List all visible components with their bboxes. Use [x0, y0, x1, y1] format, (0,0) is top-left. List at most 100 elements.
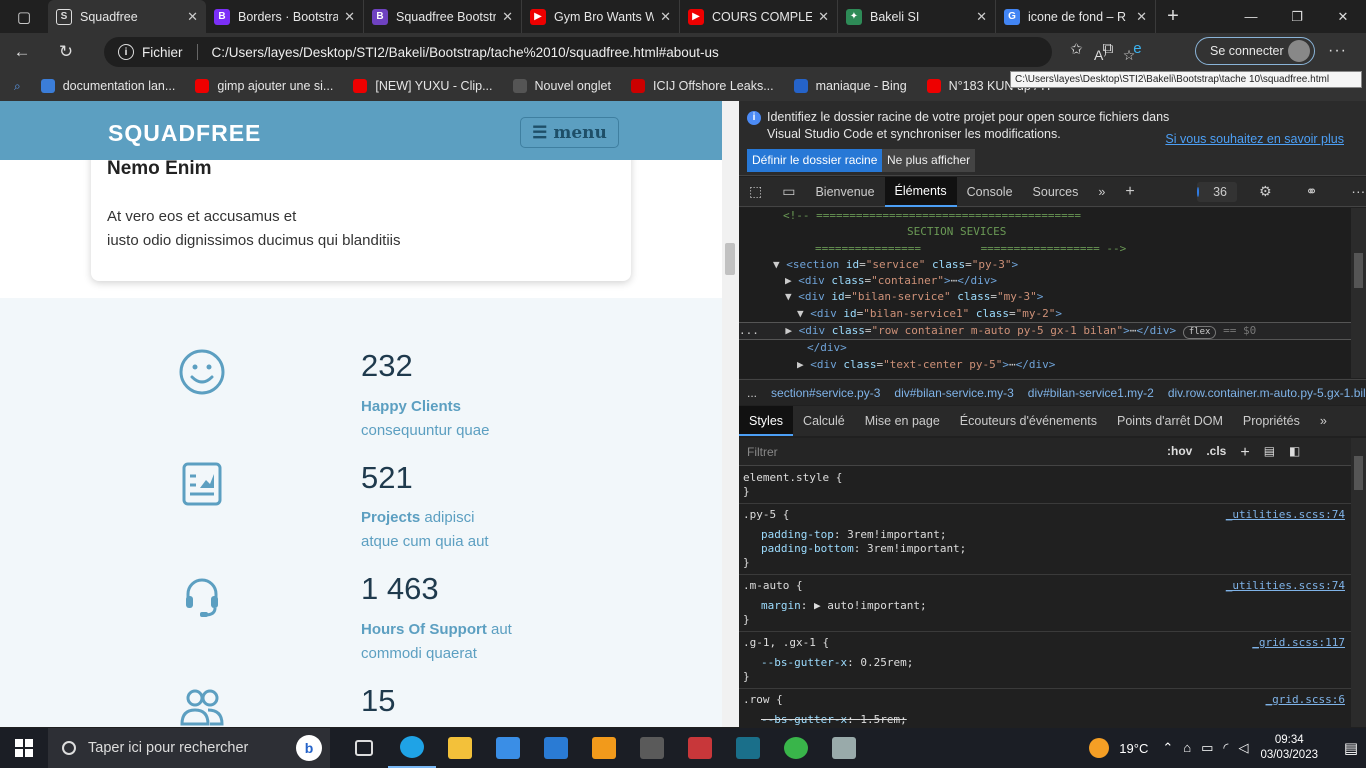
close-tab-icon[interactable]: ✕ — [818, 9, 829, 25]
gear-icon[interactable]: ⚙ — [1249, 183, 1282, 200]
more-tabs-icon[interactable]: » — [1088, 185, 1115, 199]
css-source-link[interactable]: _utilities.scss:74 — [1226, 508, 1345, 521]
tab-welcome[interactable]: Bienvenue — [805, 185, 884, 199]
page-scrollbar[interactable] — [722, 101, 739, 727]
edge-icon[interactable]: e — [1133, 40, 1141, 58]
bookmark-item[interactable]: documentation lan... — [40, 79, 175, 93]
close-tab-icon[interactable]: ✕ — [344, 9, 355, 25]
clock[interactable]: 09:34 03/03/2023 — [1260, 733, 1318, 763]
close-window-icon[interactable]: ✕ — [1320, 9, 1366, 25]
taskbar-search[interactable]: Taper ici pour rechercher b — [48, 728, 330, 768]
favorites-icon[interactable]: ✩ — [1070, 40, 1083, 58]
bing-icon[interactable]: b — [296, 735, 322, 761]
app-icon[interactable] — [676, 728, 724, 768]
minimize-icon[interactable]: — — [1228, 9, 1274, 25]
cls-button[interactable]: .cls — [1206, 444, 1226, 462]
url-text[interactable]: C:/Users/layes/Desktop/STI2/Bakeli/Boots… — [212, 45, 719, 60]
filter-input[interactable]: Filtrer — [747, 445, 778, 459]
close-tab-icon[interactable]: ✕ — [187, 9, 198, 25]
dom-tree[interactable]: <!-- ===================================… — [739, 208, 1351, 378]
css-rule[interactable]: .py-5 {_utilities.scss:74 padding-top: 3r… — [739, 504, 1351, 575]
sign-in-button[interactable]: Se connecter — [1195, 37, 1315, 65]
tab-sources[interactable]: Sources — [1023, 185, 1089, 199]
weather-widget[interactable]: 19°C — [1089, 738, 1148, 758]
dom-line[interactable]: ▼ <div id="bilan-service1" class="my-2"> — [739, 306, 1351, 322]
app-icon[interactable] — [628, 728, 676, 768]
add-tab-icon[interactable]: + — [1115, 183, 1144, 201]
close-tab-icon[interactable]: ✕ — [502, 9, 513, 25]
breadcrumb-item[interactable]: div.row.container.m-auto.py-5.gx-1.bilan — [1168, 386, 1366, 400]
browser-tab[interactable]: Gicone de fond – R ✕ — [996, 0, 1156, 33]
tab-console[interactable]: Console — [957, 185, 1023, 199]
dom-line[interactable]: ================ ================== --> — [739, 241, 1351, 257]
styles-pane[interactable]: element.style {} .py-5 {_utilities.scss:7… — [739, 467, 1351, 727]
styles-scrollbar[interactable] — [1351, 438, 1366, 727]
dom-line[interactable]: </div> — [739, 340, 1351, 356]
new-tab-button[interactable]: + — [1156, 5, 1190, 28]
tab-styles[interactable]: Styles — [739, 406, 794, 436]
more-options-icon[interactable]: ··· — [1328, 42, 1347, 60]
close-tab-icon[interactable]: ✕ — [1136, 9, 1147, 25]
more-icon[interactable]: ··· — [1341, 183, 1366, 200]
menu-button[interactable]: ☰ menu — [520, 117, 619, 148]
page-scroll-thumb[interactable] — [725, 243, 735, 275]
refresh-button[interactable]: ↻ — [44, 42, 88, 62]
paint-icon[interactable]: ▤ — [1264, 444, 1275, 462]
connect-icon[interactable]: ⚭ — [1296, 183, 1328, 200]
restore-icon[interactable]: ❐ — [1274, 9, 1320, 25]
dom-line[interactable]: ▶ <div class="container">⋯</div> — [739, 273, 1351, 289]
browser-tab[interactable]: ▶ Gym Bro Wants W ✕ — [522, 0, 680, 33]
inspect-icon[interactable]: ⬚ — [739, 183, 772, 200]
css-source-link[interactable]: _grid.scss:6 — [1266, 693, 1345, 706]
address-bar[interactable]: i Fichier C:/Users/layes/Desktop/STI2/Ba… — [104, 37, 1135, 67]
mail-icon[interactable] — [532, 728, 580, 768]
browser-tab[interactable]: S Squadfree ✕ — [48, 0, 206, 33]
tab-actions-button[interactable]: ▢ — [0, 0, 48, 33]
css-rule[interactable]: element.style {} — [739, 467, 1351, 504]
tab-properties[interactable]: Propriétés — [1233, 414, 1310, 428]
browser-tab[interactable]: ▶ COURS COMPLET ✕ — [680, 0, 838, 33]
dom-line[interactable]: ▶ <div class="text-center py-5">⋯</div> — [739, 357, 1351, 373]
volume-icon[interactable]: ◁ — [1238, 740, 1248, 756]
tab-dom-breakpoints[interactable]: Points d'arrêt DOM — [1107, 414, 1233, 428]
edge-app-icon[interactable] — [388, 728, 436, 768]
css-rule[interactable]: .m-auto {_utilities.scss:74 margin: ▶ aut… — [739, 575, 1351, 632]
tab-computed[interactable]: Calculé — [793, 414, 855, 428]
css-property[interactable]: margin: ▶ auto!important; — [743, 599, 1347, 613]
tab-event-listeners[interactable]: Écouteurs d'événements — [950, 414, 1107, 428]
dom-line[interactable]: SECTION SEVICES — [739, 224, 1351, 240]
dismiss-button[interactable]: Ne plus afficher — [882, 149, 976, 172]
dom-scroll-thumb[interactable] — [1354, 253, 1363, 288]
device-toolbar-icon[interactable]: ▭ — [772, 183, 805, 200]
info-icon[interactable]: i — [118, 44, 134, 60]
bookmark-item[interactable]: gimp ajouter une si... — [195, 79, 333, 93]
tab-elements[interactable]: Éléments — [884, 176, 957, 207]
wifi-icon[interactable]: ◜ — [1223, 740, 1228, 756]
bookmark-search[interactable]: ⌕ — [14, 79, 21, 94]
breadcrumb-item[interactable]: div#bilan-service1.my-2 — [1028, 386, 1154, 400]
css-rule[interactable]: .g-1, .gx-1 {_grid.scss:117 --bs-gutter-x… — [739, 632, 1351, 689]
app-icon[interactable] — [820, 728, 868, 768]
breadcrumb-item[interactable]: section#service.py-3 — [771, 386, 880, 400]
tab-layout[interactable]: Mise en page — [855, 414, 950, 428]
file-explorer-icon[interactable] — [436, 728, 484, 768]
dom-scrollbar[interactable] — [1351, 208, 1366, 378]
dom-line[interactable]: ▼ <div id="bilan-service" class="my-3"> — [739, 289, 1351, 305]
breadcrumb-item[interactable]: div#bilan-service.my-3 — [894, 386, 1013, 400]
more-tabs-icon[interactable]: » — [1310, 414, 1337, 428]
hov-button[interactable]: :hov — [1167, 444, 1192, 462]
flex-badge[interactable]: flex — [1182, 326, 1217, 340]
css-property[interactable]: --bs-gutter-x: 0.25rem; — [743, 656, 1347, 670]
styles-scroll-thumb[interactable] — [1354, 456, 1363, 490]
close-tab-icon[interactable]: ✕ — [660, 9, 671, 25]
collections-icon[interactable]: ⧉ — [1103, 40, 1114, 58]
task-view-icon[interactable] — [340, 728, 388, 768]
start-button[interactable] — [0, 728, 48, 768]
toggle-sidebar-icon[interactable]: ◧ — [1289, 444, 1300, 462]
back-button[interactable]: ← — [0, 42, 44, 62]
browser-tab[interactable]: B Squadfree Bootstrap ✕ — [364, 0, 522, 33]
dom-line-selected[interactable]: ... ▶ <div class="row container m-auto p… — [739, 322, 1351, 341]
close-tab-icon[interactable]: ✕ — [976, 9, 987, 25]
store-icon[interactable] — [484, 728, 532, 768]
set-root-folder-button[interactable]: Définir le dossier racine — [747, 149, 883, 172]
